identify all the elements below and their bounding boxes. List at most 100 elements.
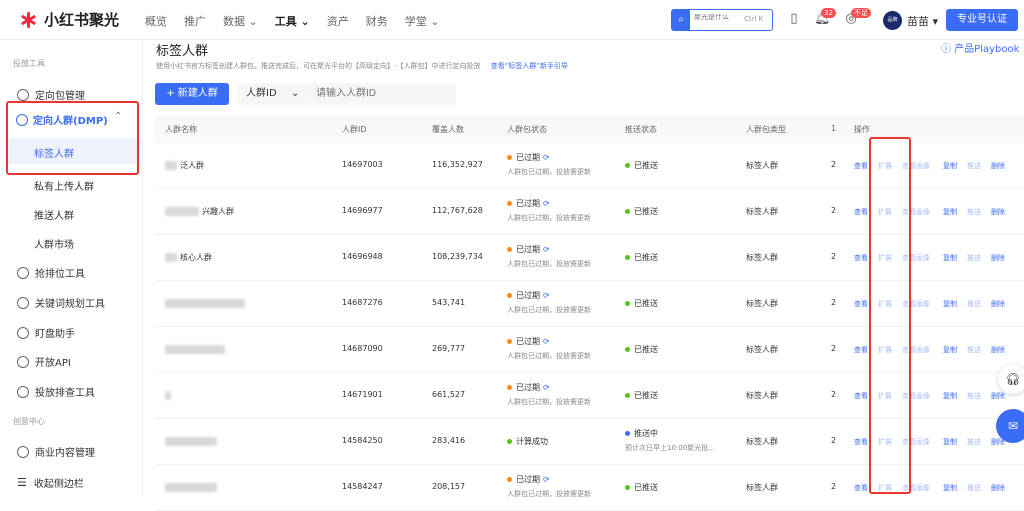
crowd-id-search-input[interactable]: [308, 83, 456, 105]
refresh-icon[interactable]: ⟳: [543, 245, 550, 254]
headset-icon[interactable]: 🎧︎: [998, 364, 1024, 394]
sidebar-item-label: 抢排位工具: [35, 269, 85, 280]
copy-button[interactable]: 复制: [943, 253, 957, 263]
truncated-cell: 2: [831, 436, 837, 445]
nav-promote[interactable]: 推广: [184, 13, 206, 29]
copy-button[interactable]: 复制: [943, 391, 957, 401]
copy-button[interactable]: 复制: [943, 437, 957, 447]
package-status: 已过期 ⟳: [507, 336, 550, 347]
view-button[interactable]: 查看: [854, 299, 868, 309]
coverage-count: 661,527: [432, 390, 466, 399]
push-button[interactable]: 推送: [967, 483, 981, 493]
column-header-truncated: 1: [831, 124, 837, 133]
copy-button[interactable]: 复制: [943, 299, 957, 309]
nav-overview[interactable]: 概览: [145, 13, 167, 29]
brand-logo[interactable]: 小红书聚光: [18, 9, 119, 30]
refresh-icon[interactable]: ⟳: [543, 475, 550, 484]
refresh-icon[interactable]: ⟳: [543, 337, 550, 346]
delete-button[interactable]: 删除: [991, 161, 1005, 171]
crowd-id: 14696977: [342, 206, 383, 215]
truncated-cell: 2: [831, 344, 837, 353]
search-icon[interactable]: ⌕: [672, 10, 690, 30]
push-status: 推送中: [625, 428, 658, 439]
username[interactable]: 苗苗 ▾: [907, 13, 938, 29]
sidebar-item-crowd-market[interactable]: 人群市场: [34, 236, 74, 251]
view-button[interactable]: 查看: [854, 391, 868, 401]
certify-button[interactable]: 专业号认证: [946, 9, 1018, 31]
global-search[interactable]: ⌕ Ctrl K: [671, 9, 773, 31]
push-button[interactable]: 推送: [967, 207, 981, 217]
guide-link[interactable]: 查看“标签人群”新手引导: [491, 62, 568, 70]
sidebar-item-rank-tool[interactable]: 抢排位工具: [17, 265, 85, 280]
delete-button[interactable]: 删除: [991, 345, 1005, 355]
sidebar-item-troubleshoot-tool[interactable]: 投放排查工具: [17, 384, 95, 399]
status-dot: [507, 339, 512, 344]
target-icon: [17, 385, 29, 398]
truncated-cell: 2: [831, 482, 837, 491]
push-button[interactable]: 推送: [967, 437, 981, 447]
copy-button[interactable]: 复制: [943, 345, 957, 355]
sidebar-item-keyword-tool[interactable]: 关键词规划工具: [17, 295, 105, 310]
push-button[interactable]: 推送: [967, 161, 981, 171]
delete-button[interactable]: 删除: [991, 299, 1005, 309]
column-header-push-status: 推送状态: [625, 125, 657, 134]
nav-tools[interactable]: 工具 ⌄: [275, 13, 310, 29]
nav-academy-label: 学堂: [404, 15, 427, 28]
nav-assets[interactable]: 资产: [327, 13, 349, 29]
refresh-icon[interactable]: ⟳: [543, 291, 550, 300]
search-shortcut: Ctrl K: [744, 15, 764, 23]
view-button[interactable]: 查看: [854, 161, 868, 171]
sidebar-item-content-management[interactable]: 商业内容管理: [17, 444, 95, 459]
delete-button[interactable]: 删除: [991, 391, 1005, 401]
refresh-icon[interactable]: ⟳: [543, 199, 550, 208]
crowd-id: 14687276: [342, 298, 383, 307]
package-type: 标签人群: [746, 391, 778, 400]
sidebar-item-push-crowd[interactable]: 推送人群: [34, 207, 74, 222]
column-header-coverage: 覆盖人数: [432, 125, 464, 134]
nav-data[interactable]: 数据 ⌄: [223, 13, 258, 29]
copy-button[interactable]: 复制: [943, 483, 957, 493]
mobile-icon[interactable]: ▯: [786, 11, 802, 27]
avatar[interactable]: 品牌: [883, 11, 902, 30]
push-button[interactable]: 推送: [967, 253, 981, 263]
sidebar-item-private-upload[interactable]: 私有上传人群: [34, 178, 94, 193]
sidebar-item-monitor-assistant[interactable]: 盯盘助手: [17, 325, 75, 340]
push-button[interactable]: 推送: [967, 391, 981, 401]
playbook-link[interactable]: ⓘ 产品Playbook: [941, 40, 1019, 55]
copy-button[interactable]: 复制: [943, 161, 957, 171]
push-status-label: 已推送: [634, 207, 658, 216]
mail-icon[interactable]: ✉: [996, 409, 1024, 443]
info-icon: ⓘ: [941, 44, 951, 55]
coverage-count: 108,239,734: [432, 252, 483, 261]
push-button[interactable]: 推送: [967, 345, 981, 355]
status-dot: [625, 485, 630, 490]
view-button[interactable]: 查看: [854, 437, 868, 447]
nav-data-label: 数据: [223, 15, 245, 28]
status-dot: [625, 163, 630, 168]
refresh-icon[interactable]: ⟳: [543, 153, 550, 162]
delete-button[interactable]: 删除: [991, 253, 1005, 263]
refresh-icon[interactable]: ⟳: [543, 383, 550, 392]
view-button[interactable]: 查看: [854, 253, 868, 263]
column-header-package-type: 人群包类型: [746, 125, 786, 134]
push-button[interactable]: 推送: [967, 299, 981, 309]
page-title: 标签人群: [156, 44, 209, 59]
blurred-name: [165, 299, 245, 308]
nav-academy[interactable]: 学堂 ⌄: [405, 13, 440, 29]
sidebar-collapse[interactable]: ☰ 收起侧边栏: [17, 475, 84, 490]
filter-field-select[interactable]: 人群ID ⌄: [238, 83, 308, 105]
delete-button[interactable]: 删除: [991, 207, 1005, 217]
push-status-label: 已推送: [634, 161, 658, 170]
coverage-count: 208,157: [432, 482, 466, 491]
new-crowd-button[interactable]: + 新建人群: [155, 83, 229, 105]
view-button[interactable]: 查看: [854, 483, 868, 493]
copy-button[interactable]: 复制: [943, 207, 957, 217]
sidebar-item-open-api[interactable]: 开放API: [17, 354, 71, 369]
view-button[interactable]: 查看: [854, 207, 868, 217]
view-button[interactable]: 查看: [854, 345, 868, 355]
target-icon: [17, 445, 29, 458]
delete-button[interactable]: 删除: [991, 483, 1005, 493]
sidebar-item-package-management[interactable]: 定向包管理: [17, 87, 85, 102]
nav-finance[interactable]: 财务: [366, 13, 388, 29]
column-header-actions: 操作: [854, 125, 870, 134]
